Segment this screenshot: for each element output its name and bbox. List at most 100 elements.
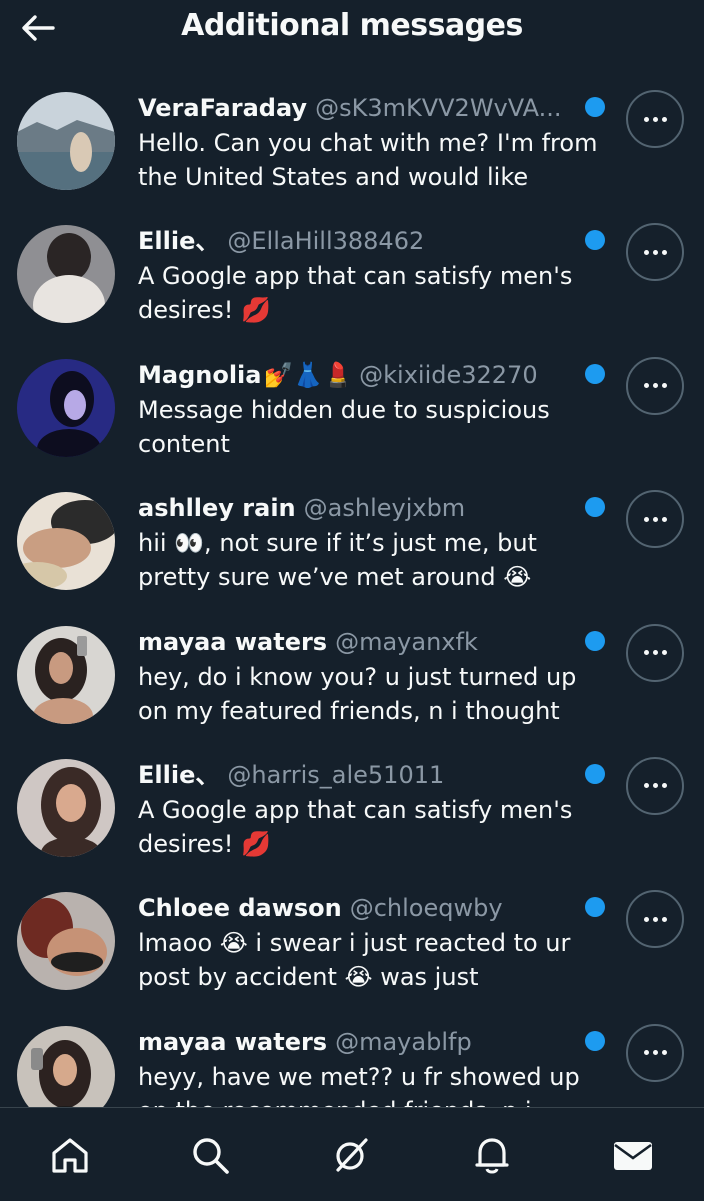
more-options-button[interactable] [626, 356, 684, 415]
more-options-button[interactable] [626, 756, 684, 815]
notifications-bell-icon [475, 1138, 509, 1174]
top-bar: Additional messages [0, 0, 704, 60]
list-item[interactable]: Ellie、 @harris_ale51011 A Google app that… [0, 749, 704, 882]
sender-name: Chloee dawson [138, 894, 342, 923]
message-preview: A Google app that can satisfy men's desi… [138, 262, 573, 325]
message-request-list: VeraFaraday @sK3mKVV2WvVA... Hello. Can y… [0, 82, 704, 1107]
more-options-button[interactable] [626, 90, 684, 148]
list-item[interactable]: Ellie、 @EllaHill388462 A Google app that … [0, 215, 704, 348]
more-options-button[interactable] [626, 623, 684, 682]
sender-line: VeraFaraday @sK3mKVV2WvVA... [138, 92, 580, 124]
dot [661, 1050, 667, 1056]
avatar[interactable] [17, 1025, 115, 1107]
grok-icon [336, 1138, 368, 1172]
tab-grok[interactable] [326, 1130, 376, 1180]
sender-line: Ellie、 @EllaHill388462 [138, 225, 580, 257]
unread-dot-icon [585, 1030, 605, 1051]
tab-notifications[interactable] [467, 1130, 517, 1180]
dot [643, 516, 649, 522]
sender-line: ashlley rain @ashleyjxbm [138, 492, 580, 524]
sender-handle: @sK3mKVV2WvVA... [315, 94, 562, 122]
dot [643, 650, 649, 656]
sender-name: ashlley rain [138, 494, 296, 523]
dot [661, 383, 667, 389]
dot [643, 916, 649, 922]
unread-dot-icon [585, 497, 605, 518]
tab-home[interactable] [45, 1130, 95, 1180]
sender-name: Magnolia [138, 360, 262, 389]
dot [661, 116, 667, 122]
list-item[interactable]: Chloee dawson @chloeqwby lmaoo 😭 i swear … [0, 882, 704, 1015]
home-icon [52, 1138, 88, 1173]
sender-handle: @mayablfp [335, 1027, 472, 1056]
sender-line: Ellie、 @harris_ale51011 [138, 759, 580, 791]
sender-line: Chloee dawson @chloeqwby [138, 892, 580, 924]
dot [661, 516, 667, 522]
message-preview: hey, do i know you? u just turned up on … [138, 662, 577, 725]
dot [661, 916, 667, 922]
dot [661, 249, 667, 255]
avatar[interactable] [17, 758, 115, 857]
avatar[interactable] [17, 92, 115, 190]
sender-handle: @ashleyjxbm [303, 494, 466, 523]
dot [652, 516, 658, 522]
unread-dot-icon [585, 97, 605, 117]
dot [652, 783, 658, 789]
sender-name: Ellie、 [138, 760, 220, 789]
sender-handle: @harris_ale51011 [227, 760, 445, 789]
sender-name: Ellie、 [138, 227, 220, 256]
sender-name: mayaa waters [138, 1027, 328, 1056]
avatar[interactable] [17, 892, 115, 991]
more-options-button[interactable] [626, 1023, 684, 1082]
unread-dot-icon [585, 363, 605, 384]
dot [643, 116, 649, 122]
dot [661, 783, 667, 789]
sender-handle: @EllaHill388462 [227, 227, 425, 256]
more-options-button[interactable] [626, 223, 684, 282]
dot [661, 650, 667, 656]
message-preview: Message hidden due to suspicious content [138, 395, 550, 458]
more-options-button[interactable] [626, 490, 684, 549]
list-item[interactable]: mayaa waters @mayanxfk hey, do i know you… [0, 616, 704, 749]
dot [643, 383, 649, 389]
avatar[interactable] [17, 225, 115, 324]
sender-name: VeraFaraday [138, 94, 308, 122]
avatar[interactable] [17, 492, 115, 591]
message-preview: Hello. Can you chat with me? I'm from th… [138, 129, 598, 191]
list-item[interactable]: Magnolia💅👗💄 @kixiide32270 Message hidden … [0, 349, 704, 482]
dot [643, 249, 649, 255]
avatar[interactable] [17, 625, 115, 724]
sender-line: Magnolia💅👗💄 @kixiide32270 [138, 359, 580, 391]
unread-dot-icon [585, 630, 605, 651]
sender-handle: @chloeqwby [349, 894, 503, 923]
list-item[interactable]: ashlley rain @ashleyjxbm hii 👀, not sure … [0, 482, 704, 615]
name-emoji: 💅👗💄 [263, 360, 354, 389]
message-preview: lmaoo 😭 i swear i just reacted to ur pos… [138, 929, 571, 992]
tab-messages[interactable] [608, 1130, 658, 1180]
dot [652, 1050, 658, 1056]
page-title: Additional messages [181, 8, 523, 43]
list-item[interactable]: mayaa waters @mayablfp heyy, have we met?… [0, 1016, 704, 1107]
dot [652, 650, 658, 656]
message-preview: hii 👀, not sure if it’s just me, but pre… [138, 529, 537, 592]
message-preview: A Google app that can satisfy men's desi… [138, 795, 573, 858]
dot [652, 116, 658, 122]
dot [643, 1050, 649, 1056]
dot [652, 249, 658, 255]
more-options-button[interactable] [626, 890, 684, 949]
sender-line: mayaa waters @mayablfp [138, 1026, 580, 1058]
unread-dot-icon [585, 897, 605, 918]
unread-dot-icon [585, 230, 605, 251]
sender-handle: @mayanxfk [335, 627, 478, 656]
tab-search[interactable] [185, 1130, 235, 1180]
dot [643, 783, 649, 789]
dot [652, 916, 658, 922]
sender-line: mayaa waters @mayanxfk [138, 626, 580, 658]
sender-name: mayaa waters [138, 627, 328, 656]
list-item[interactable]: VeraFaraday @sK3mKVV2WvVA... Hello. Can y… [0, 82, 704, 215]
avatar[interactable] [17, 358, 115, 457]
messages-envelope-icon [614, 1142, 652, 1170]
sender-handle: @kixiide32270 [359, 360, 538, 389]
unread-dot-icon [585, 763, 605, 784]
dot [652, 383, 658, 389]
